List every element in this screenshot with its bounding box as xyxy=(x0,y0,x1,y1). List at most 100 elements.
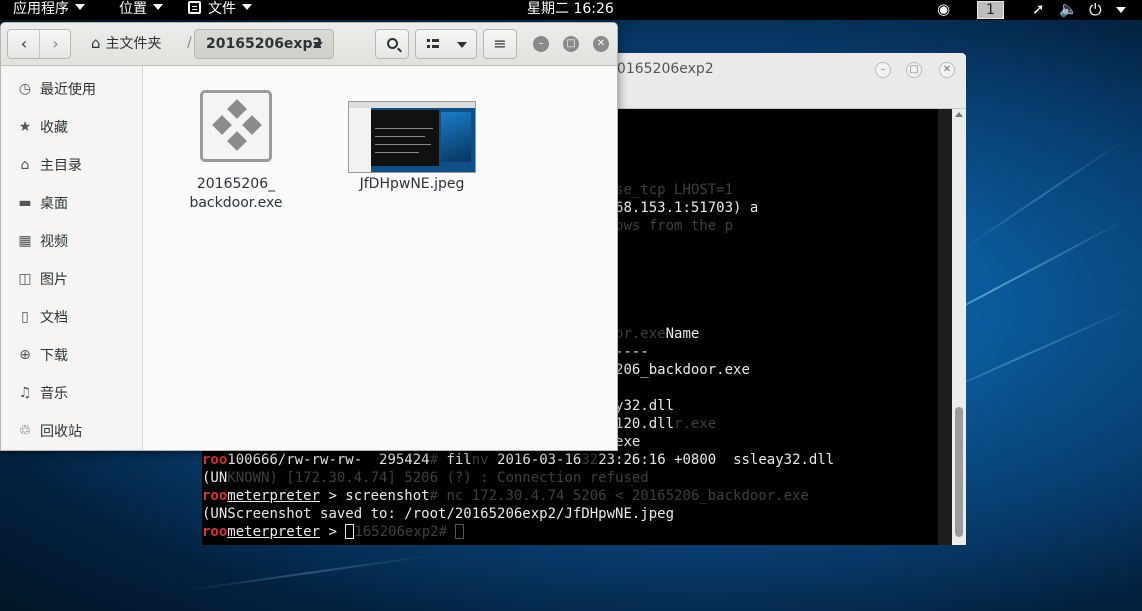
terminal-text: Screenshot saved to: /root/20165206exp2/… xyxy=(227,506,675,522)
sidebar-item-label: 下载 xyxy=(40,348,68,364)
terminal-line: roometerpreter > screenshot# nc 172.30.4… xyxy=(202,487,809,505)
back-button[interactable]: ‹ xyxy=(8,30,40,58)
scroll-thumb[interactable] xyxy=(955,407,963,537)
terminal-line: roo100666/rw-rw-rw- 295424# filnv 2016-0… xyxy=(202,451,834,469)
hamburger-icon: ≡ xyxy=(493,34,507,53)
file-name: JfDHpwNE.jpeg xyxy=(359,176,465,192)
download-icon: ⊕ xyxy=(19,347,31,363)
close-button[interactable]: ✕ xyxy=(593,36,609,52)
file-item-backdoor[interactable]: 20165206_ backdoor.exe xyxy=(183,90,289,213)
file-name-line2: backdoor.exe xyxy=(189,195,283,211)
file-name: 20165206_ xyxy=(196,176,276,192)
document-icon: ▯ xyxy=(21,309,29,325)
terminal-line: (UNKNOWN) [172.30.4.74] 5206 (?) : Conne… xyxy=(202,469,649,487)
maximize-button[interactable]: □ xyxy=(563,36,579,52)
chevron-down-icon xyxy=(313,42,323,48)
executable-icon xyxy=(200,90,272,162)
terminal-text: # nc 172.30.4.74 5206 < 20165206_backdoo… xyxy=(429,488,809,504)
star-icon: ★ xyxy=(18,119,32,135)
top-panel: 应用程序 位置 文件 星期二 16:26 ◉ 1 ➚ 🔈 ⏻ xyxy=(0,0,1142,20)
pictures-icon: ◫ xyxy=(18,271,32,287)
menu-button[interactable]: ≡ xyxy=(483,29,517,59)
maximize-icon[interactable]: □ xyxy=(906,62,922,78)
text-cursor xyxy=(455,524,465,539)
terminal-text: > screenshot xyxy=(320,488,430,504)
recent-icon: ◷ xyxy=(18,81,32,97)
home-icon: ⌂ xyxy=(20,157,30,173)
home-icon: ⌂ xyxy=(91,34,101,52)
sidebar-item-label: 音乐 xyxy=(40,386,68,402)
volume-icon[interactable]: 🔈 xyxy=(1059,0,1078,20)
terminal-text: r.exe xyxy=(674,416,717,432)
chevron-down-icon xyxy=(75,4,85,10)
sidebar-item[interactable]: ◫ 图片 xyxy=(1,259,143,297)
terminal-line: roometerpreter > 165206exp2# xyxy=(202,523,465,541)
terminal-text: roo xyxy=(202,452,228,468)
terminal-title: 20165206exp2 xyxy=(608,61,714,77)
terminal-text: (UN xyxy=(202,506,228,522)
text-cursor xyxy=(345,524,355,539)
sidebar-item[interactable]: ⊕ 下载 xyxy=(1,335,143,373)
sidebar-item[interactable]: ▯ 文档 xyxy=(1,297,143,335)
terminal-text: meterpreter xyxy=(227,488,321,504)
trash-icon: ♲ xyxy=(18,423,32,439)
sidebar-item[interactable]: ⌂ 主目录 xyxy=(1,145,143,183)
sidebar-item-label: 视频 xyxy=(40,234,68,250)
sidebar-item[interactable]: ◷ 最近使用 xyxy=(1,69,143,107)
applications-menu[interactable]: 应用程序 xyxy=(13,0,85,20)
sidebar-item-label: 收藏 xyxy=(40,120,68,136)
files-app-label: 文件 xyxy=(208,1,236,17)
network-icon[interactable]: ➚ xyxy=(1032,0,1045,20)
chevron-down-icon xyxy=(242,4,252,10)
terminal-scrollbar[interactable] xyxy=(938,109,966,545)
chevron-down-icon xyxy=(153,4,163,10)
minimize-icon[interactable]: – xyxy=(875,62,891,78)
wallpaper-streak xyxy=(179,553,438,592)
breadcrumb-current[interactable]: 20165206exp2 xyxy=(194,29,334,59)
wallpaper-streak xyxy=(959,138,1127,252)
minimize-button[interactable]: – xyxy=(533,36,549,52)
terminal-text: ---- xyxy=(615,344,649,360)
sidebar-item[interactable]: ♲ 回收站 xyxy=(1,411,143,449)
breadcrumb-current-label: 20165206exp2 xyxy=(206,36,323,52)
clock[interactable]: 星期二 16:26 xyxy=(527,0,614,20)
sidebar-item-label: 最近使用 xyxy=(40,82,96,98)
scroll-up-icon[interactable] xyxy=(955,112,963,117)
terminal-text: Name xyxy=(665,326,700,342)
file-item-jpeg[interactable]: JfDHpwNE.jpeg xyxy=(343,101,481,194)
chevron-down-icon[interactable] xyxy=(1116,7,1126,13)
desktop-folder-icon: ▬ xyxy=(18,195,32,211)
camera-icon[interactable]: ◉ xyxy=(937,0,950,20)
forward-button[interactable]: › xyxy=(40,30,71,58)
sidebar-item-label: 桌面 xyxy=(40,196,68,212)
sidebar-item[interactable]: ★ 收藏 xyxy=(1,107,143,145)
files-app-menu[interactable]: 文件 xyxy=(188,0,252,20)
sidebar-item[interactable]: ♫ 音乐 xyxy=(1,373,143,411)
files-app-icon xyxy=(188,1,201,14)
sidebar-item[interactable]: ▦ 视频 xyxy=(1,221,143,259)
nav-buttons: ‹ › xyxy=(7,29,71,59)
search-button[interactable] xyxy=(375,29,409,59)
breadcrumb-home[interactable]: ⌂ 主文件夹 xyxy=(83,29,170,59)
close-icon[interactable]: ✕ xyxy=(939,62,955,78)
terminal-text: nv xyxy=(471,452,498,468)
list-view-icon xyxy=(427,38,439,50)
view-options-button[interactable] xyxy=(415,29,477,59)
sidebar-item[interactable]: ▬ 桌面 xyxy=(1,183,143,221)
terminal-text: 32 xyxy=(581,452,599,468)
terminal-line: (UNScreenshot saved to: /root/20165206ex… xyxy=(202,505,674,523)
sidebar-item-label: 回收站 xyxy=(40,424,82,440)
terminal-text: > xyxy=(320,524,346,540)
video-icon: ▦ xyxy=(18,233,32,249)
sidebar-item-label: 主目录 xyxy=(40,158,82,174)
applications-label: 应用程序 xyxy=(13,1,69,17)
terminal-text: 2016-03-16 xyxy=(497,452,582,468)
workspace-indicator[interactable]: 1 xyxy=(977,1,1004,19)
power-icon[interactable]: ⏻ xyxy=(1089,0,1102,20)
file-view[interactable]: 20165206_ backdoor.exe JfDHpwNE.jpeg xyxy=(143,66,617,450)
music-icon: ♫ xyxy=(18,385,32,401)
terminal-text: fil xyxy=(446,452,472,468)
terminal-text: meterpreter xyxy=(227,524,321,540)
terminal-text: KNOWN) [172.30.4.74] 5206 (?) : Connecti… xyxy=(227,470,649,486)
places-menu[interactable]: 位置 xyxy=(119,0,163,20)
